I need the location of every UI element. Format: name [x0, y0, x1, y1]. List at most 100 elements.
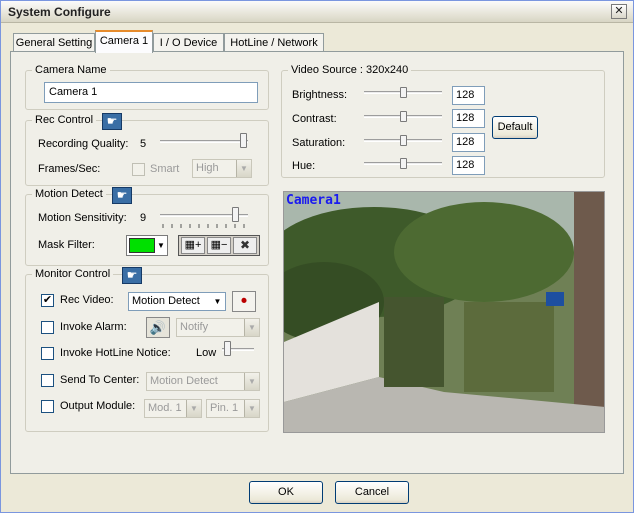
default-button[interactable]: Default — [492, 116, 538, 139]
chevron-down-icon: ▼ — [210, 293, 225, 310]
brightness-input[interactable]: 128 — [452, 86, 485, 105]
mask-color-swatch — [129, 238, 155, 253]
alarm-sound-button[interactable]: 🔊 — [146, 317, 170, 338]
speaker-icon: 🔊 — [149, 320, 167, 335]
monitor-control-legend: Monitor Control — [32, 268, 114, 280]
motion-sensitivity-slider[interactable] — [160, 207, 248, 229]
video-source-legend: Video Source : 320x240 — [288, 64, 412, 76]
hotline-level-slider[interactable] — [222, 341, 254, 363]
saturation-input[interactable]: 128 — [452, 133, 485, 152]
hue-label: Hue: — [292, 160, 316, 172]
invoke-hotline-checkbox[interactable] — [41, 347, 54, 360]
rec-video-label: Rec Video: — [60, 294, 114, 306]
invoke-alarm-checkbox[interactable] — [41, 321, 54, 334]
tab-label: Camera 1 — [99, 35, 149, 47]
tab-label: I / O Device — [159, 37, 218, 49]
motion-detect-legend: Motion Detect — [32, 188, 106, 200]
monitor-control-hand-button[interactable]: ☛ — [122, 267, 142, 284]
grid-remove-icon: ▦− — [210, 239, 228, 251]
recording-quality-label: Recording Quality: — [38, 138, 129, 150]
mask-clear-button[interactable]: ✖ — [233, 237, 257, 254]
slider-track — [160, 140, 248, 143]
slider-thumb[interactable] — [400, 135, 407, 146]
mask-tools-toolbar: ▦+ ▦− ✖ — [178, 235, 260, 256]
module-select-value: Mod. 1 — [148, 402, 182, 414]
brightness-slider[interactable] — [364, 84, 442, 106]
send-to-center-checkbox[interactable] — [41, 374, 54, 387]
brightness-label: Brightness: — [292, 89, 348, 101]
slider-thumb[interactable] — [400, 111, 407, 122]
slider-ticks — [162, 224, 245, 228]
tab-general-setting[interactable]: General Setting — [13, 33, 95, 52]
fps-select-value: High — [196, 162, 219, 174]
slider-thumb[interactable] — [232, 207, 239, 222]
pointing-hand-icon: ☛ — [106, 114, 118, 128]
hue-slider[interactable] — [364, 155, 442, 177]
chevron-down-icon: ▼ — [244, 400, 259, 417]
tab-camera-1[interactable]: Camera 1 — [95, 30, 153, 53]
contrast-slider[interactable] — [364, 108, 442, 130]
rec-control-legend: Rec Control — [32, 114, 97, 126]
output-module-checkbox[interactable] — [41, 400, 54, 413]
motion-sensitivity-label: Motion Sensitivity: — [38, 212, 127, 224]
window-title: System Configure — [8, 5, 111, 19]
mask-remove-button[interactable]: ▦− — [207, 237, 231, 254]
tab-io-device[interactable]: I / O Device — [153, 33, 224, 52]
rec-control-hand-button[interactable]: ☛ — [102, 113, 122, 130]
send-to-center-label: Send To Center: — [60, 374, 140, 386]
camera-settings-panel: Camera Name Camera 1 Rec Control ☛ Recor… — [10, 51, 624, 474]
slider-thumb[interactable] — [224, 341, 231, 356]
alarm-select[interactable]: Notify ▼ — [176, 318, 260, 337]
pin-select-value: Pin. 1 — [210, 402, 239, 414]
slider-thumb[interactable] — [400, 87, 407, 98]
slider-thumb[interactable] — [240, 133, 247, 148]
ok-button[interactable]: OK — [249, 481, 323, 504]
cancel-button[interactable]: Cancel — [335, 481, 409, 504]
record-icon: ⏺ — [241, 295, 247, 307]
hue-input[interactable]: 128 — [452, 156, 485, 175]
rec-video-checkbox[interactable]: ✔ — [41, 294, 54, 307]
recording-quality-slider[interactable] — [160, 133, 248, 155]
camera-name-input[interactable]: Camera 1 — [44, 82, 258, 103]
pin-select[interactable]: Pin. 1 ▼ — [206, 399, 260, 418]
saturation-slider[interactable] — [364, 132, 442, 154]
camera-name-group: Camera Name Camera 1 — [25, 64, 269, 110]
checkmark-icon: ✔ — [42, 294, 53, 306]
camera-overlay-label: Camera1 — [286, 193, 341, 208]
rec-video-select[interactable]: Motion Detect ▼ — [128, 292, 226, 311]
rec-video-schedule-button[interactable]: ⏺ — [232, 291, 256, 312]
title-bar[interactable]: System Configure ✕ — [1, 1, 633, 23]
camera-name-legend: Camera Name — [32, 64, 110, 76]
mask-color-picker[interactable]: ▼ — [126, 235, 168, 256]
contrast-label: Contrast: — [292, 113, 337, 125]
chevron-down-icon: ▼ — [186, 400, 201, 417]
motion-sensitivity-value: 9 — [140, 212, 147, 224]
send-to-center-select-value: Motion Detect — [150, 375, 218, 387]
close-icon: ✕ — [614, 5, 624, 17]
smart-checkbox[interactable] — [132, 163, 145, 176]
hotline-level-label: Low — [196, 347, 217, 359]
motion-detect-hand-button[interactable]: ☛ — [112, 187, 132, 204]
chevron-down-icon: ▼ — [244, 373, 259, 390]
tab-hotline-network[interactable]: HotLine / Network — [224, 33, 324, 52]
rec-control-group: Rec Control ☛ Recording Quality: 5 Frame… — [25, 113, 269, 186]
mask-add-button[interactable]: ▦+ — [181, 237, 205, 254]
camera-preview: Camera1 — [283, 191, 605, 433]
camera-preview-image — [284, 192, 604, 432]
invoke-alarm-label: Invoke Alarm: — [60, 321, 127, 333]
motion-detect-group: Motion Detect ☛ Motion Sensitivity: 9 Ma… — [25, 187, 269, 266]
module-select[interactable]: Mod. 1 ▼ — [144, 399, 202, 418]
saturation-label: Saturation: — [292, 137, 346, 149]
chevron-down-icon: ▼ — [244, 319, 259, 336]
mask-filter-label: Mask Filter: — [38, 239, 95, 251]
close-button[interactable]: ✕ — [611, 4, 627, 19]
rec-video-select-value: Motion Detect — [132, 295, 200, 307]
fps-select[interactable]: High ▼ — [192, 159, 252, 178]
video-source-group: Video Source : 320x240 Brightness: 128 C… — [281, 64, 605, 178]
grid-add-icon: ▦+ — [184, 239, 202, 251]
contrast-input[interactable]: 128 — [452, 109, 485, 128]
send-to-center-select[interactable]: Motion Detect ▼ — [146, 372, 260, 391]
recording-quality-value: 5 — [140, 138, 147, 150]
slider-thumb[interactable] — [400, 158, 407, 169]
chevron-down-icon: ▼ — [236, 160, 251, 177]
